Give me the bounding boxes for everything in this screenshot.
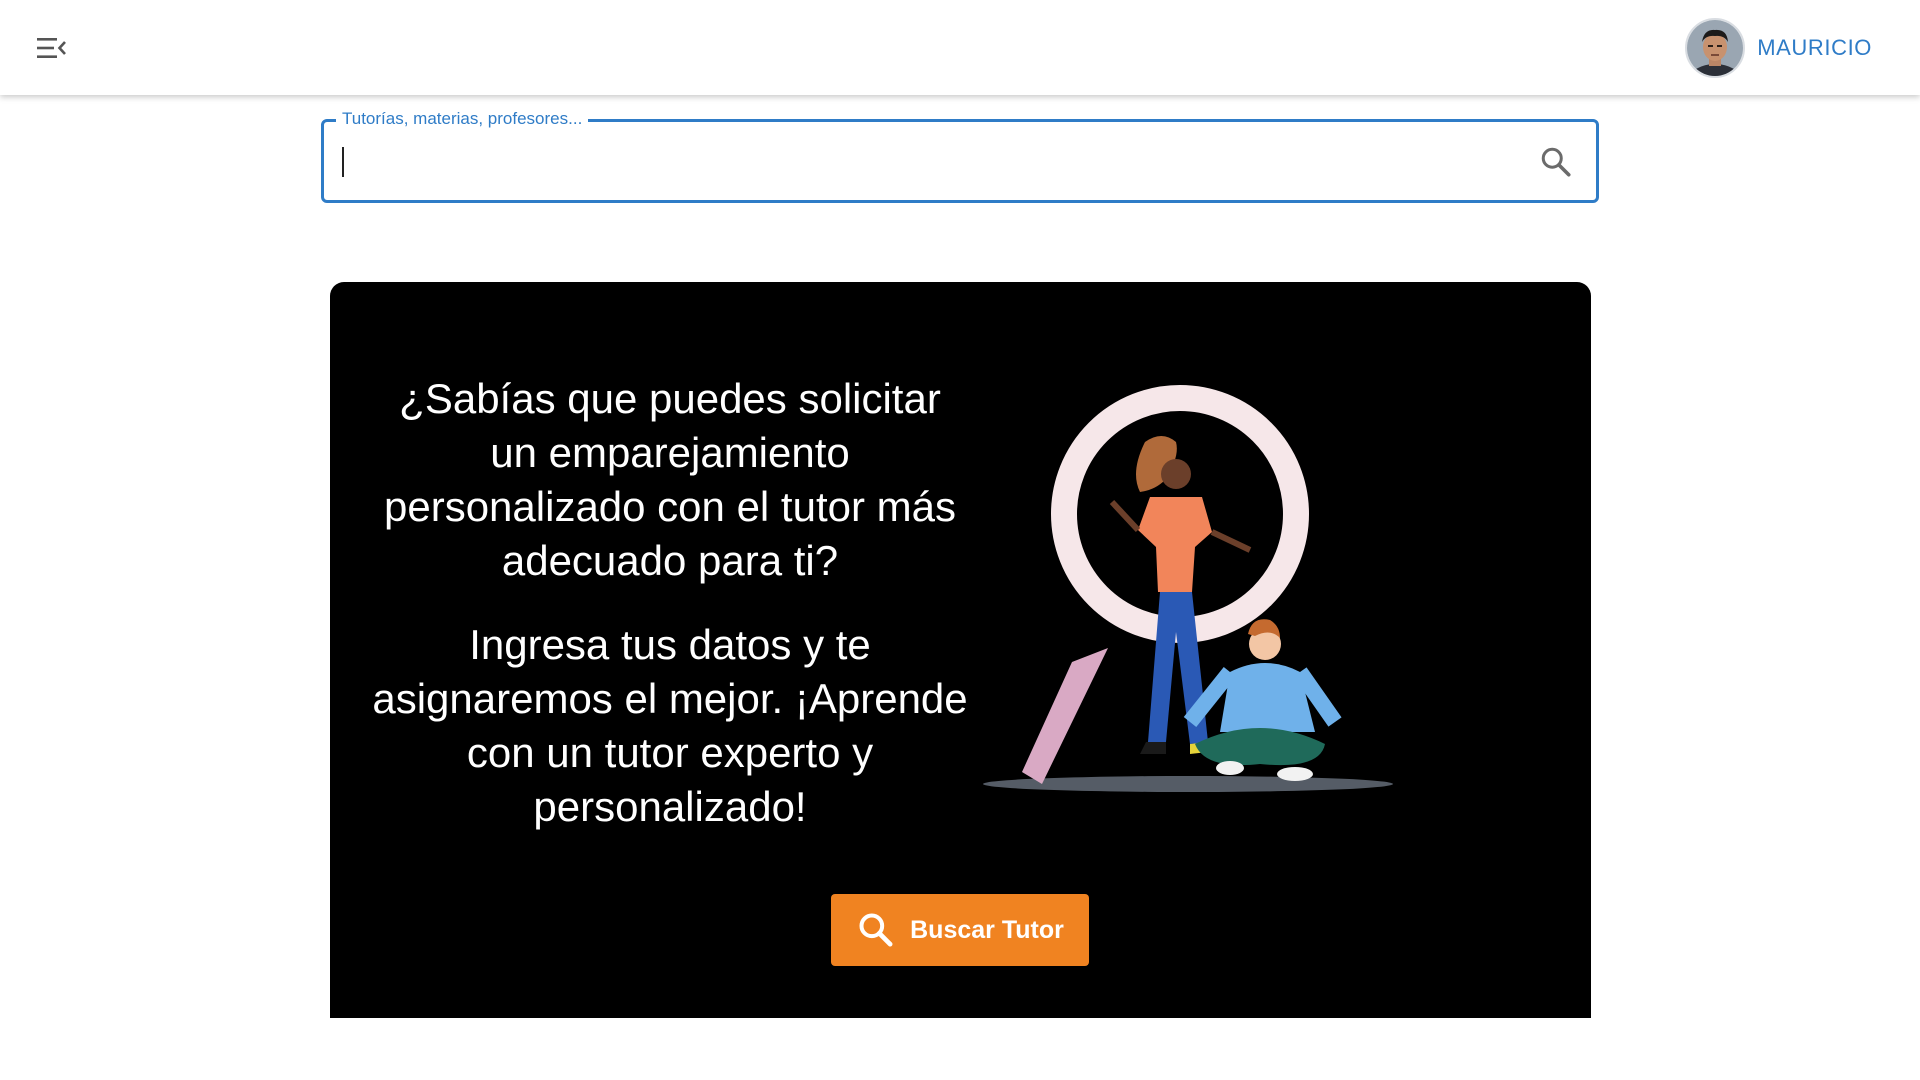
avatar[interactable] — [1685, 18, 1746, 78]
find-tutor-label: Buscar Tutor — [910, 915, 1064, 944]
search-input[interactable] — [340, 138, 1490, 184]
search-button[interactable] — [1538, 144, 1574, 180]
tutor-search-illustration — [983, 385, 1393, 792]
menu-collapse-icon — [37, 38, 66, 58]
text-caret — [342, 147, 344, 177]
tutor-matching-banner: ¿Sabías que puedes solicitar un empareja… — [330, 282, 1591, 1018]
menu-toggle-button[interactable] — [26, 22, 78, 74]
promo-text: ¿Sabías que puedes solicitar un empareja… — [370, 372, 970, 834]
user-menu[interactable]: MAURICIO — [1685, 17, 1872, 79]
search-field: Tutorías, materias, profesores... — [321, 108, 1599, 203]
promo-body: Ingresa tus datos y te asignaremos el me… — [372, 621, 968, 830]
search-icon — [856, 910, 896, 950]
search-icon — [1541, 147, 1571, 177]
find-tutor-button[interactable]: Buscar Tutor — [831, 894, 1089, 966]
user-name[interactable]: MAURICIO — [1757, 35, 1872, 61]
search-label: Tutorías, materias, profesores... — [336, 108, 589, 130]
promo-question: ¿Sabías que puedes solicitar un empareja… — [384, 375, 956, 584]
top-app-bar: MAURICIO — [0, 0, 1920, 95]
